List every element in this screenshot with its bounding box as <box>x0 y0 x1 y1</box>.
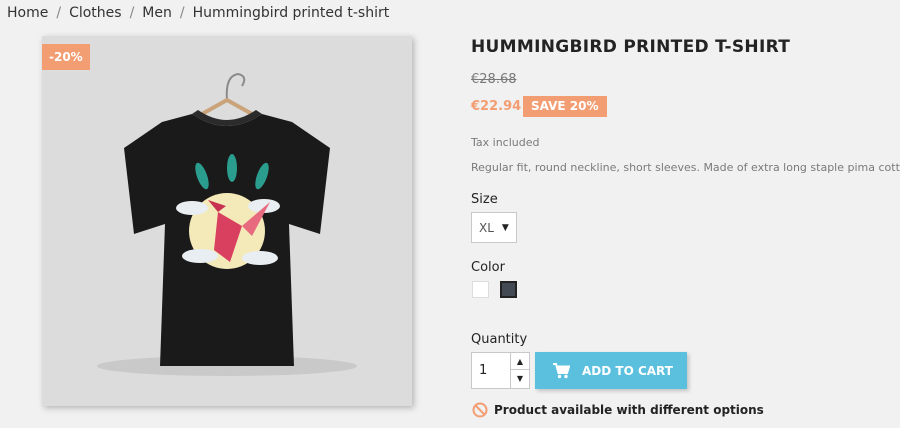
add-to-cart-label: ADD TO CART <box>582 363 673 378</box>
color-label: Color <box>471 260 505 275</box>
breadcrumb-home[interactable]: Home <box>7 5 48 21</box>
discount-flag: -20% <box>42 44 90 70</box>
quantity-stepper: ▲ ▼ <box>471 352 530 389</box>
availability-text: Product available with different options <box>494 403 764 417</box>
tax-label: Tax included <box>471 136 540 149</box>
breadcrumb-clothes[interactable]: Clothes <box>69 5 122 21</box>
quantity-label: Quantity <box>471 332 528 347</box>
availability-message: Product available with different options <box>472 402 764 418</box>
caret-down-icon: ▼ <box>501 222 509 233</box>
breadcrumb-separator: / <box>129 5 135 21</box>
chevron-down-icon[interactable]: ▼ <box>510 370 529 388</box>
breadcrumb: Home / Clothes / Men / Hummingbird printed t-s… <box>7 5 389 21</box>
quantity-input[interactable] <box>472 353 510 388</box>
regular-price: €28.68 <box>471 72 517 87</box>
current-price: €22.94 <box>471 99 522 114</box>
breadcrumb-separator: / <box>56 5 62 21</box>
color-swatch-white[interactable] <box>472 281 489 298</box>
size-select[interactable]: XL ▼ <box>471 212 517 243</box>
product-description: Regular fit, round neckline, short sleev… <box>471 161 900 174</box>
tshirt-image <box>97 72 357 376</box>
ban-icon <box>472 402 488 418</box>
size-label: Size <box>471 192 498 207</box>
save-badge: SAVE 20% <box>523 96 607 117</box>
product-title: HUMMINGBIRD PRINTED T-SHIRT <box>471 37 791 57</box>
breadcrumb-men[interactable]: Men <box>142 5 172 21</box>
product-image[interactable] <box>42 36 412 406</box>
breadcrumb-current: Hummingbird printed t-shirt <box>192 5 390 21</box>
color-swatch-black[interactable] <box>500 281 517 298</box>
chevron-up-icon[interactable]: ▲ <box>510 353 529 370</box>
add-to-cart-button[interactable]: ADD TO CART <box>535 352 687 389</box>
breadcrumb-separator: / <box>179 5 185 21</box>
shopping-cart-icon <box>553 362 570 379</box>
size-selected-value: XL <box>479 220 494 235</box>
